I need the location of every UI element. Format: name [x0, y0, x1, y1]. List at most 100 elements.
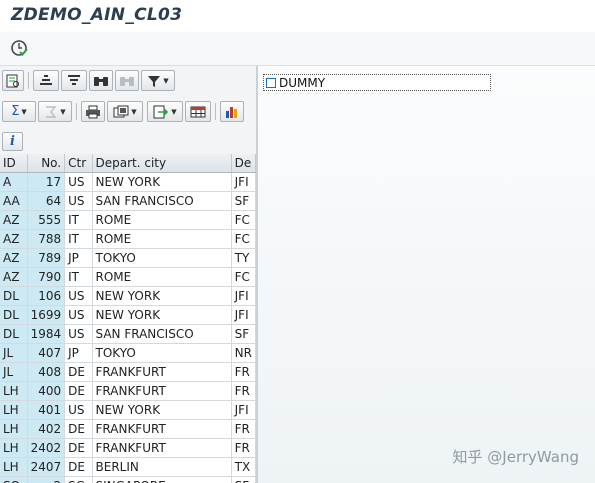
- cell-id[interactable]: LH: [0, 457, 28, 477]
- cell-id[interactable]: SQ: [0, 476, 28, 483]
- table-row[interactable]: SQ2SGSINGAPORESF: [0, 476, 256, 483]
- cell-no[interactable]: 1984: [27, 324, 66, 344]
- cell-no[interactable]: 407: [27, 343, 66, 363]
- cell-dest[interactable]: SF: [231, 476, 256, 483]
- cell-dest[interactable]: FC: [231, 210, 256, 230]
- cell-ctr[interactable]: US: [64, 324, 93, 344]
- cell-depart-city[interactable]: SAN FRANCISCO: [92, 324, 232, 344]
- table-row[interactable]: DL 1984 US SAN FRANCISCO SF: [0, 324, 256, 344]
- cell-depart-city[interactable]: FRANKFURT: [92, 438, 232, 458]
- cell-ctr[interactable]: SG: [64, 476, 93, 483]
- cell-id[interactable]: LH: [0, 400, 28, 420]
- subtotal-icon[interactable]: ▼: [38, 101, 72, 122]
- details-icon[interactable]: [2, 70, 24, 91]
- cell-ctr[interactable]: JP: [64, 248, 93, 268]
- cell-depart-city[interactable]: FRANKFURT: [92, 362, 232, 382]
- cell-ctr[interactable]: IT: [64, 229, 93, 249]
- checkbox-box[interactable]: [266, 77, 276, 88]
- find-icon[interactable]: [89, 70, 113, 91]
- table-row[interactable]: LH 2407 DE BERLIN TX: [0, 457, 256, 477]
- cell-ctr[interactable]: US: [64, 305, 93, 325]
- cell-id[interactable]: AA: [0, 191, 28, 211]
- cell-no[interactable]: 789: [27, 248, 66, 268]
- cell-id[interactable]: DL: [0, 324, 28, 344]
- table-row[interactable]: JL 408 DE FRANKFURT FR: [0, 362, 256, 382]
- sort-descending-icon[interactable]: [61, 70, 87, 91]
- cell-dest[interactable]: SF: [231, 191, 256, 211]
- cell-ctr[interactable]: US: [64, 400, 93, 420]
- cell-depart-city[interactable]: ROME: [92, 210, 232, 230]
- cell-no[interactable]: 64: [27, 191, 66, 211]
- views-icon[interactable]: ▼: [107, 101, 143, 122]
- table-row[interactable]: DL 1699 US NEW YORK JFI: [0, 305, 256, 325]
- cell-dest[interactable]: JFI: [231, 305, 256, 325]
- cell-no[interactable]: 400: [27, 381, 66, 401]
- table-row[interactable]: A 17 US NEW YORK JFI: [0, 172, 256, 192]
- dummy-checkbox[interactable]: DUMMY: [263, 74, 491, 91]
- cell-id[interactable]: LH: [0, 419, 28, 439]
- column-header-no[interactable]: No.: [27, 154, 66, 173]
- cell-dest[interactable]: FR: [231, 438, 256, 458]
- cell-no[interactable]: 788: [27, 229, 66, 249]
- cell-ctr[interactable]: US: [64, 191, 93, 211]
- cell-no[interactable]: 555: [27, 210, 66, 230]
- cell-dest[interactable]: FC: [231, 267, 256, 287]
- cell-no[interactable]: 790: [27, 267, 66, 287]
- cell-ctr[interactable]: DE: [64, 438, 93, 458]
- column-header-id[interactable]: ID: [0, 154, 28, 173]
- cell-dest[interactable]: SF: [231, 324, 256, 344]
- cell-id[interactable]: AZ: [0, 267, 28, 287]
- cell-depart-city[interactable]: FRANKFURT: [92, 419, 232, 439]
- print-icon[interactable]: [81, 101, 105, 122]
- cell-id[interactable]: LH: [0, 381, 28, 401]
- cell-id[interactable]: DL: [0, 286, 28, 306]
- sum-icon[interactable]: Σ ▼: [2, 101, 36, 122]
- table-row[interactable]: LH 2402 DE FRANKFURT FR: [0, 438, 256, 458]
- table-row[interactable]: LH 400 DE FRANKFURT FR: [0, 381, 256, 401]
- cell-depart-city[interactable]: NEW YORK: [92, 305, 232, 325]
- table-row[interactable]: AZ 790 IT ROME FC: [0, 267, 256, 287]
- table-row[interactable]: JL 407 JP TOKYO NR: [0, 343, 256, 363]
- clock-check-icon[interactable]: [8, 37, 30, 59]
- cell-id[interactable]: A: [0, 172, 28, 192]
- cell-dest[interactable]: TX: [231, 457, 256, 477]
- cell-depart-city[interactable]: BERLIN: [92, 457, 232, 477]
- table-row[interactable]: AA 64 US SAN FRANCISCO SF: [0, 191, 256, 211]
- cell-ctr[interactable]: US: [64, 286, 93, 306]
- cell-dest[interactable]: FC: [231, 229, 256, 249]
- cell-no[interactable]: 2: [27, 476, 66, 483]
- cell-ctr[interactable]: DE: [64, 381, 93, 401]
- cell-depart-city[interactable]: NEW YORK: [92, 400, 232, 420]
- cell-no[interactable]: 1699: [27, 305, 66, 325]
- cell-ctr[interactable]: IT: [64, 210, 93, 230]
- table-row[interactable]: LH 402 DE FRANKFURT FR: [0, 419, 256, 439]
- cell-depart-city[interactable]: TOKYO: [92, 343, 232, 363]
- graphic-icon[interactable]: [220, 101, 244, 122]
- layout-icon[interactable]: [185, 101, 211, 122]
- cell-depart-city[interactable]: NEW YORK: [92, 286, 232, 306]
- cell-depart-city[interactable]: TOKYO: [92, 248, 232, 268]
- cell-depart-city[interactable]: SAN FRANCISCO: [92, 191, 232, 211]
- column-header-ctr[interactable]: Ctr: [64, 154, 93, 173]
- column-header-dest[interactable]: De: [231, 154, 256, 173]
- cell-ctr[interactable]: DE: [64, 457, 93, 477]
- table-row[interactable]: AZ 555 IT ROME FC: [0, 210, 256, 230]
- info-icon[interactable]: i: [2, 132, 23, 151]
- cell-dest[interactable]: FR: [231, 419, 256, 439]
- cell-no[interactable]: 401: [27, 400, 66, 420]
- cell-no[interactable]: 106: [27, 286, 66, 306]
- cell-id[interactable]: AZ: [0, 229, 28, 249]
- cell-ctr[interactable]: DE: [64, 362, 93, 382]
- cell-ctr[interactable]: IT: [64, 267, 93, 287]
- cell-id[interactable]: AZ: [0, 248, 28, 268]
- cell-depart-city[interactable]: FRANKFURT: [92, 381, 232, 401]
- cell-dest[interactable]: FR: [231, 362, 256, 382]
- cell-dest[interactable]: FR: [231, 381, 256, 401]
- cell-depart-city[interactable]: ROME: [92, 229, 232, 249]
- cell-dest[interactable]: TY: [231, 248, 256, 268]
- cell-no[interactable]: 2402: [27, 438, 66, 458]
- cell-no[interactable]: 17: [27, 172, 66, 192]
- cell-depart-city[interactable]: NEW YORK: [92, 172, 232, 192]
- cell-ctr[interactable]: DE: [64, 419, 93, 439]
- filter-icon[interactable]: ▼: [141, 70, 175, 91]
